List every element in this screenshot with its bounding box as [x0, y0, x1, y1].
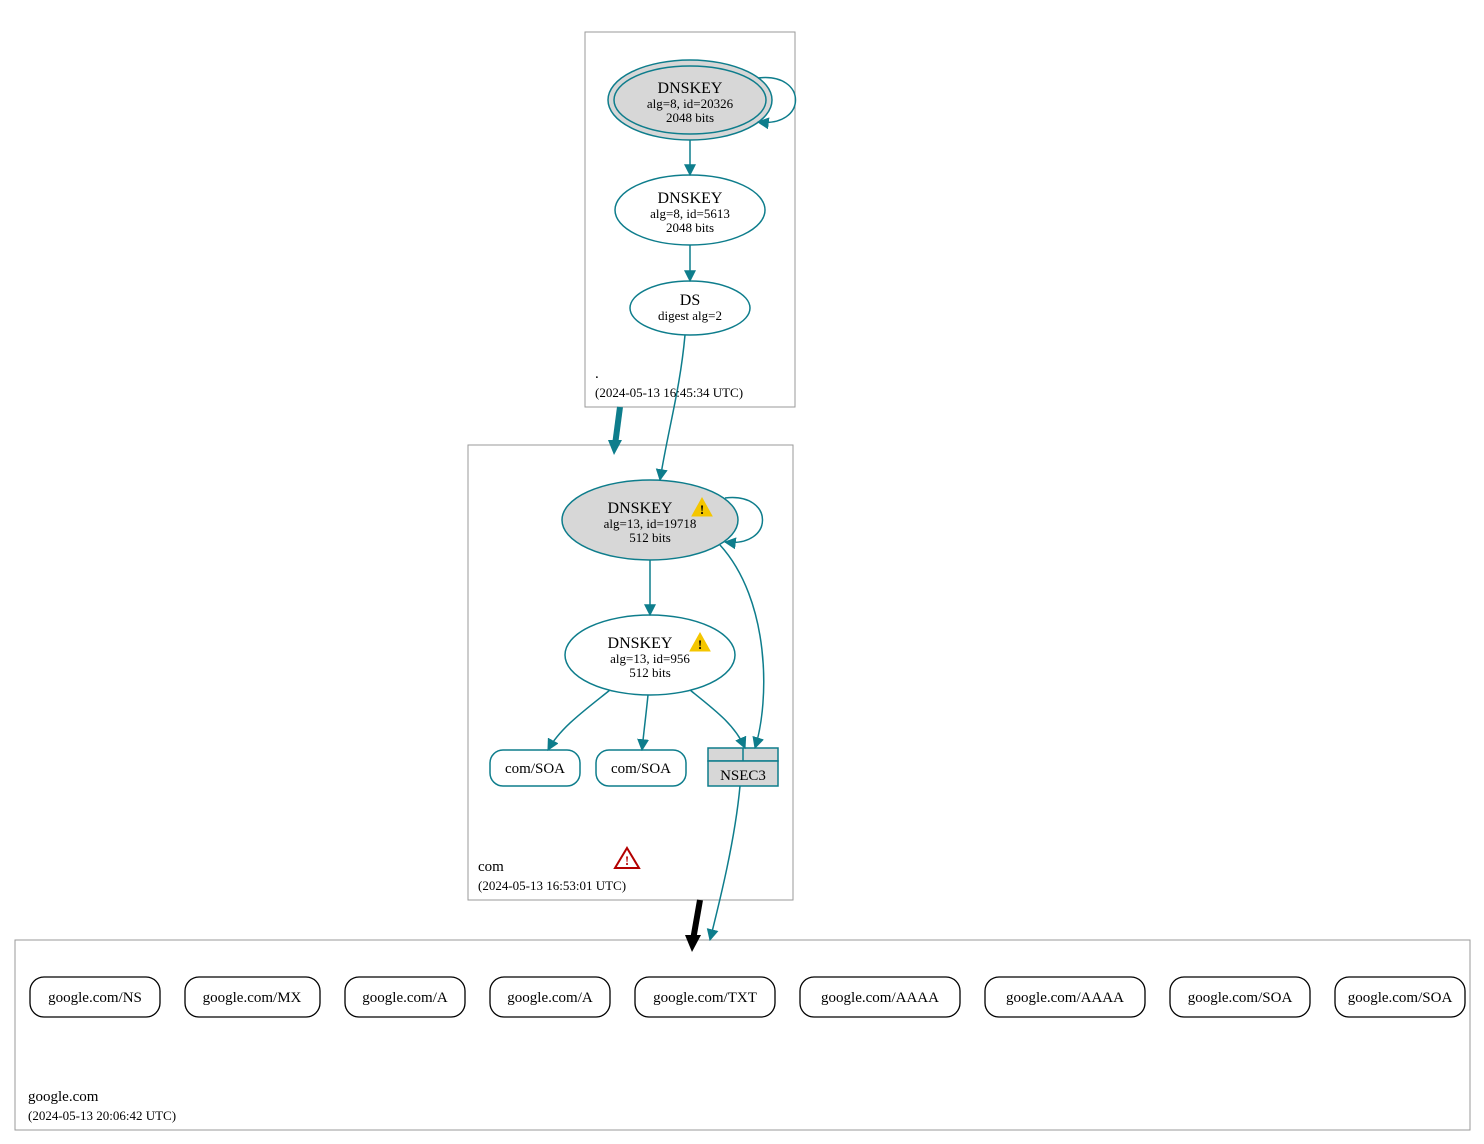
zone-com-label: com (2024-05-13 16:53:01 UTC) — [478, 858, 626, 894]
root-dnskey-zsk: DNSKEY alg=8, id=5613 2048 bits — [615, 175, 765, 245]
zone-google-name: google.com — [28, 1088, 176, 1108]
root-zsk-line3: 2048 bits — [666, 220, 714, 235]
edge-root-to-com-delegation — [615, 407, 620, 445]
root-ds-line2: digest alg=2 — [658, 308, 722, 323]
root-dnskey-ksk: DNSKEY alg=8, id=20326 2048 bits — [608, 60, 772, 140]
root-ksk-line3: 2048 bits — [666, 110, 714, 125]
google-record-2: google.com/A — [345, 977, 465, 1017]
root-zsk-title: DNSKEY — [658, 190, 723, 207]
com-zsk-title: DNSKEY — [608, 635, 673, 652]
com-ksk-title: DNSKEY — [608, 500, 673, 517]
google-record-6-label: google.com/AAAA — [1006, 990, 1124, 1006]
root-ds-title: DS — [680, 292, 700, 309]
google-record-8-label: google.com/SOA — [1348, 990, 1453, 1006]
com-soa-1: com/SOA — [490, 750, 580, 786]
root-zsk-line2: alg=8, id=5613 — [650, 206, 730, 221]
google-record-1-label: google.com/MX — [203, 990, 302, 1006]
google-record-4-label: google.com/TXT — [653, 990, 757, 1006]
com-nsec3-label: NSEC3 — [720, 768, 766, 784]
root-ksk-line2: alg=8, id=20326 — [647, 96, 734, 111]
google-record-3: google.com/A — [490, 977, 610, 1017]
com-ksk-line2: alg=13, id=19718 — [604, 516, 697, 531]
google-record-7: google.com/SOA — [1170, 977, 1310, 1017]
zone-google-label: google.com (2024-05-13 20:06:42 UTC) — [28, 1088, 176, 1124]
com-dnskey-ksk: DNSKEY alg=13, id=19718 512 bits ! — [562, 480, 738, 560]
svg-text:!: ! — [698, 637, 702, 652]
zone-google-timestamp: (2024-05-13 20:06:42 UTC) — [28, 1108, 176, 1125]
google-record-8: google.com/SOA — [1335, 977, 1465, 1017]
com-soa-1-label: com/SOA — [505, 761, 565, 777]
com-nsec3: NSEC3 — [708, 748, 778, 786]
root-ds: DS digest alg=2 — [630, 281, 750, 335]
google-record-2-label: google.com/A — [362, 990, 448, 1006]
root-ksk-title: DNSKEY — [658, 80, 723, 97]
edge-com-to-google-delegation-head — [685, 935, 701, 952]
zone-com-name: com — [478, 858, 626, 878]
google-record-5-label: google.com/AAAA — [821, 990, 939, 1006]
edge-root-to-com-delegation-head — [608, 440, 622, 455]
com-dnskey-zsk: DNSKEY alg=13, id=956 512 bits ! — [565, 615, 735, 695]
zone-root-label: . (2024-05-13 16:45:34 UTC) — [595, 365, 743, 401]
diagram-canvas: DNSKEY alg=8, id=20326 2048 bits DNSKEY … — [0, 0, 1484, 1144]
edge-com-zsk-soa2 — [642, 695, 648, 750]
com-soa-2: com/SOA — [596, 750, 686, 786]
google-record-7-label: google.com/SOA — [1188, 990, 1293, 1006]
edge-com-to-google-delegation — [693, 900, 700, 940]
edge-com-zsk-nsec3 — [690, 690, 745, 748]
google-record-3-label: google.com/A — [507, 990, 593, 1006]
zone-com-timestamp: (2024-05-13 16:53:01 UTC) — [478, 878, 626, 895]
google-record-0: google.com/NS — [30, 977, 160, 1017]
zone-google-box — [15, 940, 1470, 1130]
com-zsk-line3: 512 bits — [629, 665, 671, 680]
google-record-4: google.com/TXT — [635, 977, 775, 1017]
google-record-5: google.com/AAAA — [800, 977, 960, 1017]
svg-text:!: ! — [700, 502, 704, 517]
edge-com-zsk-soa1 — [548, 690, 610, 750]
google-record-1: google.com/MX — [185, 977, 320, 1017]
com-soa-2-label: com/SOA — [611, 761, 671, 777]
diagram-svg: DNSKEY alg=8, id=20326 2048 bits DNSKEY … — [0, 0, 1484, 1144]
edge-nsec3-to-google — [710, 786, 740, 940]
com-ksk-line3: 512 bits — [629, 530, 671, 545]
zone-root-timestamp: (2024-05-13 16:45:34 UTC) — [595, 385, 743, 402]
com-zsk-line2: alg=13, id=956 — [610, 651, 690, 666]
google-record-0-label: google.com/NS — [48, 990, 142, 1006]
zone-root-name: . — [595, 365, 743, 385]
google-record-6: google.com/AAAA — [985, 977, 1145, 1017]
